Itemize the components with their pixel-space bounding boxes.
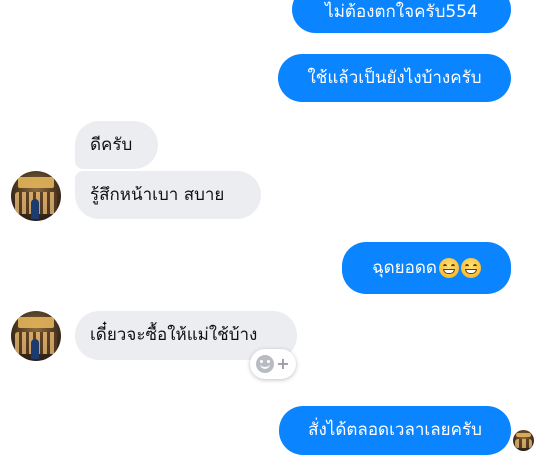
outgoing-message[interactable]: ไม่ต้องตกใจครับ554	[292, 0, 511, 33]
message-text: รู้สึกหน้าเบา สบาย	[90, 184, 225, 205]
avatar-lights	[514, 438, 533, 449]
avatar-sign	[515, 432, 532, 438]
message-text: ใช้แล้วเป็นยังไงบ้างครับ	[307, 67, 482, 88]
message-text: เดี๋ยวจะซื้อให้แม่ใช้บ้าง	[90, 325, 258, 345]
grinning-face-icon	[438, 258, 459, 278]
avatar-figure	[31, 198, 39, 219]
avatar-figure	[31, 338, 39, 359]
message-text: สั่งได้ตลอดเวลาเลยครับ	[308, 420, 482, 440]
message-text: ไม่ต้องตกใจครับ554	[325, 2, 478, 22]
message-text: ฉุดยอดด	[372, 257, 437, 278]
seen-receipt-avatar	[513, 430, 534, 451]
plus-icon: +	[276, 354, 290, 373]
outgoing-message[interactable]: ใช้แล้วเป็นยังไงบ้างครับ	[278, 54, 511, 102]
smiley-icon	[256, 355, 275, 373]
laughing-face-icon	[460, 258, 481, 278]
outgoing-message[interactable]: ฉุดยอดด	[342, 242, 511, 294]
add-reaction-button[interactable]: +	[250, 349, 296, 379]
avatar-sign	[18, 317, 54, 328]
incoming-message[interactable]: ดีครับ	[75, 121, 158, 169]
incoming-message[interactable]: รู้สึกหน้าเบา สบาย	[75, 171, 261, 219]
contact-avatar[interactable]	[11, 311, 61, 361]
outgoing-message[interactable]: สั่งได้ตลอดเวลาเลยครับ	[279, 406, 511, 455]
contact-avatar[interactable]	[11, 171, 61, 221]
message-text: ดีครับ	[90, 134, 133, 155]
avatar-sign	[18, 177, 54, 188]
